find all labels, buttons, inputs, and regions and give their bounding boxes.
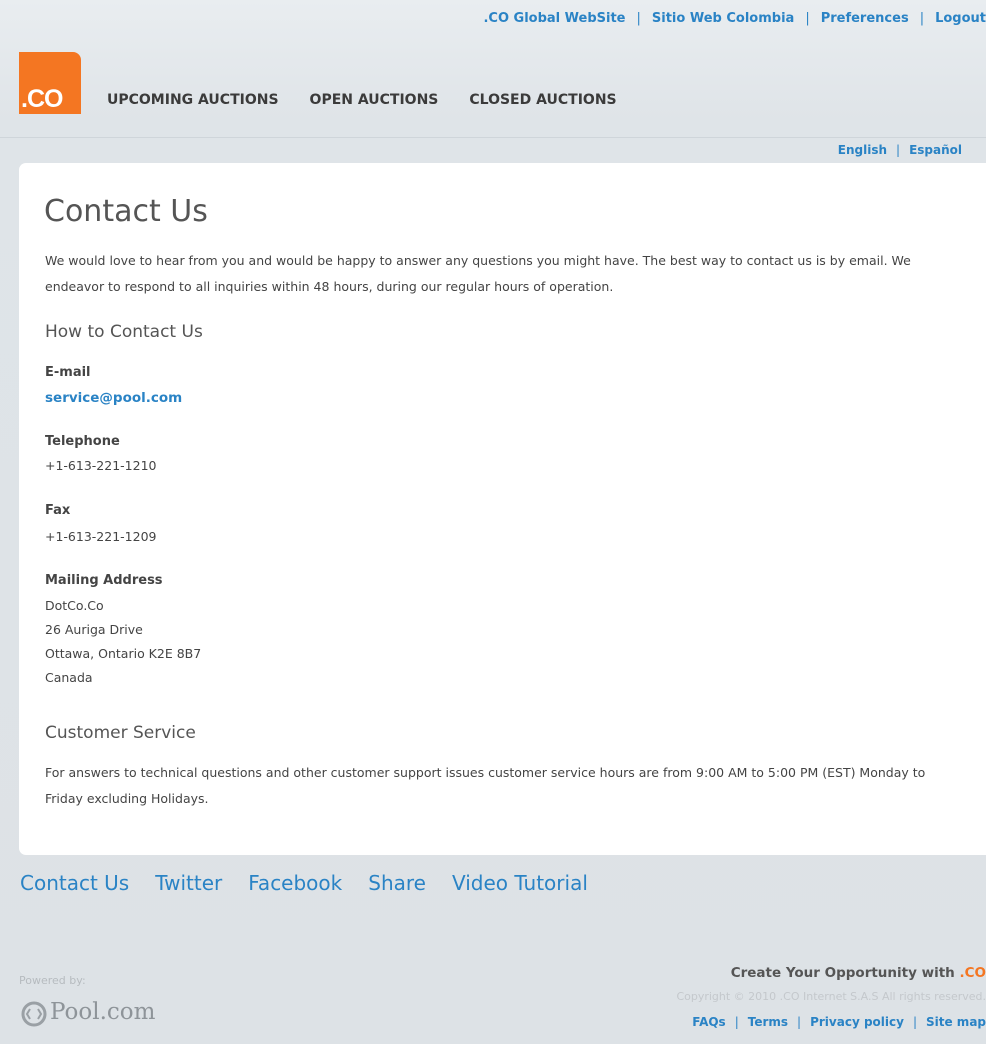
top-links: .CO Global WebSite | Sitio Web Colombia | Pr… [483,11,986,26]
separator: | [805,11,810,26]
terms-link[interactable]: Terms [748,1015,788,1029]
global-website-link[interactable]: .CO Global WebSite [483,11,625,26]
telephone-label: Telephone [45,434,120,449]
customer-service-text: For answers to technical questions and o… [45,765,926,806]
nav-upcoming-auctions[interactable]: UPCOMING AUCTIONS [107,92,279,108]
powered-by-label: Powered by: [19,974,86,987]
lang-spanish-link[interactable]: Español [909,143,962,157]
lang-english-link[interactable]: English [838,143,887,157]
main-nav: UPCOMING AUCTIONS OPEN AUCTIONS CLOSED AUC… [107,92,648,108]
logout-link[interactable]: Logout [935,11,986,26]
tagline-text: Create Your Opportunity with [730,965,955,981]
co-logo[interactable]: .CO [19,52,81,114]
address-line: DotCo.Co [45,598,104,613]
nav-closed-auctions[interactable]: CLOSED AUCTIONS [469,92,616,108]
address-line: Canada [45,670,93,685]
footer-nav: Contact Us Twitter Facebook Share Video Tuto… [20,871,614,895]
header-divider [0,137,986,138]
footer-share-link[interactable]: Share [368,871,426,895]
page-title: Contact Us [44,194,208,229]
mailing-address-label: Mailing Address [45,573,163,588]
footer-video-tutorial-link[interactable]: Video Tutorial [452,871,588,895]
co-logo-text: .CO [21,85,63,113]
address-line: Ottawa, Ontario K2E 8B7 [45,646,202,661]
customer-service-heading: Customer Service [45,723,196,743]
separator: | [896,143,901,157]
email-label: E-mail [45,365,91,380]
pool-logo-icon [21,1001,47,1027]
footer-links: FAQs | Terms | Privacy policy | Site map [692,1015,986,1029]
site-map-link[interactable]: Site map [926,1015,986,1029]
separator: | [919,11,925,26]
mailing-address: DotCo.Co 26 Auriga Drive Ottawa, Ontario… [45,594,201,690]
colombia-website-link[interactable]: Sitio Web Colombia [652,11,794,26]
copyright: Copyright © 2010 .CO Internet S.A.S All … [676,990,986,1003]
tagline: Create Your Opportunity with .CO [731,965,986,981]
separator: | [912,1015,917,1029]
nav-open-auctions[interactable]: OPEN AUCTIONS [310,92,439,108]
separator: | [636,11,641,26]
separator: | [797,1015,802,1029]
footer-twitter-link[interactable]: Twitter [155,871,222,895]
faqs-link[interactable]: FAQs [692,1015,725,1029]
footer-facebook-link[interactable]: Facebook [248,871,342,895]
tagline-brand: .CO [959,965,986,981]
address-line: 26 Auriga Drive [45,622,143,637]
language-switcher: English | Español [838,143,962,157]
how-to-contact-heading: How to Contact Us [45,322,203,342]
preferences-link[interactable]: Preferences [821,11,909,26]
telephone-value: +1-613-221-1210 [45,458,157,473]
fax-label: Fax [45,503,71,518]
privacy-policy-link[interactable]: Privacy policy [810,1015,904,1029]
separator: | [734,1015,739,1029]
intro-text: We would love to hear from you and would… [45,253,911,294]
fax-value: +1-613-221-1209 [45,529,157,544]
pool-logo[interactable]: Pool.com [50,999,155,1025]
email-link[interactable]: service@pool.com [45,386,182,410]
footer-contact-us-link[interactable]: Contact Us [20,871,129,895]
